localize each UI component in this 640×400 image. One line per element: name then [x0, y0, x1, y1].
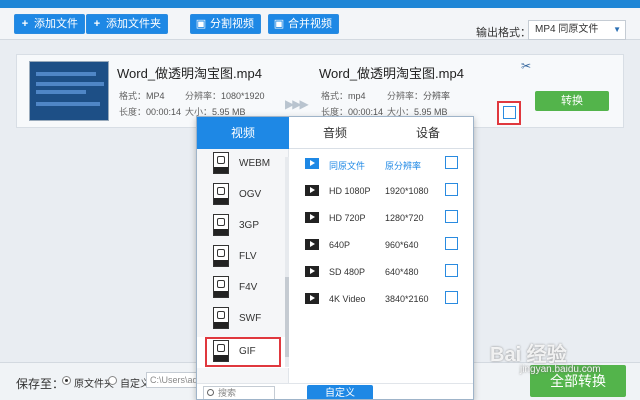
video-icon [305, 239, 319, 250]
merge-video-button[interactable]: ▣ 合并视频 [268, 14, 339, 34]
video-icon [305, 212, 319, 223]
edit-icon[interactable] [445, 183, 458, 196]
quality-row[interactable]: 4K Video 3840*2160 [297, 286, 467, 313]
source-file-name: Word_做透明淘宝图.mp4 [117, 66, 262, 81]
output-format-label: 输出格式： [476, 27, 531, 39]
video-file-icon [213, 245, 229, 267]
edit-icon[interactable] [445, 264, 458, 277]
video-file-icon [213, 183, 229, 205]
format-item-f4v[interactable]: F4V [197, 273, 289, 304]
video-icon [305, 185, 319, 196]
format-item-webm[interactable]: WEBM [197, 149, 289, 180]
format-search-input[interactable]: 搜索 [203, 386, 275, 399]
search-icon [207, 389, 214, 396]
source-folder-radio[interactable] [62, 376, 71, 385]
custom-folder-radio[interactable] [108, 376, 117, 385]
target-format: 格式：mp4 [321, 91, 366, 101]
edit-icon[interactable] [445, 210, 458, 223]
format-item-swf[interactable]: SWF [197, 304, 289, 335]
format-popup: 视频 音频 设备 WEBM OGV 3GP FLV F4V SWF GIF 同原… [196, 116, 474, 400]
quality-row[interactable]: 同原文件 原分辨率 [297, 151, 467, 178]
video-file-icon [213, 276, 229, 298]
arrow-right-icon: ▶▶▶ [285, 97, 309, 111]
source-format: 格式：MP4 [119, 91, 165, 101]
toolbar: + 添加文件 + 添加文件夹 ▣ 分割视频 ▣ 合并视频 输出格式： MP4 同原文件 ▼ [0, 8, 640, 40]
scissors-icon[interactable]: ✂ [521, 59, 531, 73]
video-icon [305, 293, 319, 304]
title-strip [0, 0, 640, 8]
custom-format-button[interactable]: 自定义 [307, 385, 373, 399]
format-tabs: 视频 音频 设备 [197, 117, 473, 149]
save-to-label: 保存至： [16, 377, 65, 391]
plus-icon: + [93, 18, 101, 30]
merge-icon: ▣ [273, 18, 285, 30]
format-scrollbar[interactable] [285, 157, 289, 367]
tab-device[interactable]: 设备 [381, 117, 473, 149]
video-file-icon [213, 152, 229, 174]
video-icon [305, 158, 319, 169]
popup-footer: 搜索 自定义 [197, 383, 473, 399]
source-length: 长度：00:00:14 [119, 107, 182, 117]
watermark-url: jingyan.baidu.com [520, 364, 601, 375]
add-folder-button[interactable]: + 添加文件夹 [86, 14, 168, 34]
video-file-icon [213, 307, 229, 329]
edit-icon[interactable] [445, 291, 458, 304]
quality-row[interactable]: HD 1080P 1920*1080 [297, 178, 467, 205]
chevron-down-icon: ▼ [613, 25, 621, 34]
quality-row[interactable]: SD 480P 640*480 [297, 259, 467, 286]
target-file-name: Word_做透明淘宝图.mp4 [319, 66, 464, 81]
gif-highlight-box [205, 337, 281, 367]
video-file-icon [213, 214, 229, 236]
target-resolution: 分辨率：分辨率 [387, 91, 451, 101]
quality-row[interactable]: 640P 960*640 [297, 232, 467, 259]
split-video-button[interactable]: ▣ 分割视频 [190, 14, 261, 34]
format-item-3gp[interactable]: 3GP [197, 211, 289, 242]
convert-button[interactable]: 转换 [535, 91, 609, 111]
source-resolution: 分辨率：1080*1920 [185, 91, 265, 101]
video-thumbnail [29, 61, 109, 121]
plus-icon: + [21, 18, 29, 30]
output-format-select[interactable]: MP4 同原文件 ▼ [528, 20, 626, 40]
video-icon [305, 266, 319, 277]
edit-icon[interactable] [445, 237, 458, 250]
format-item-flv[interactable]: FLV [197, 242, 289, 273]
edit-icon[interactable] [445, 156, 458, 169]
format-item-ogv[interactable]: OGV [197, 180, 289, 211]
watermark-logo: Bai 经验 [490, 344, 567, 366]
quality-row[interactable]: HD 720P 1280*720 [297, 205, 467, 232]
edit-settings-button[interactable] [497, 101, 521, 125]
tab-audio[interactable]: 音频 [289, 117, 381, 149]
tab-video[interactable]: 视频 [197, 117, 289, 149]
add-file-button[interactable]: + 添加文件 [14, 14, 85, 34]
edit-icon [503, 106, 516, 119]
split-icon: ▣ [195, 18, 207, 30]
